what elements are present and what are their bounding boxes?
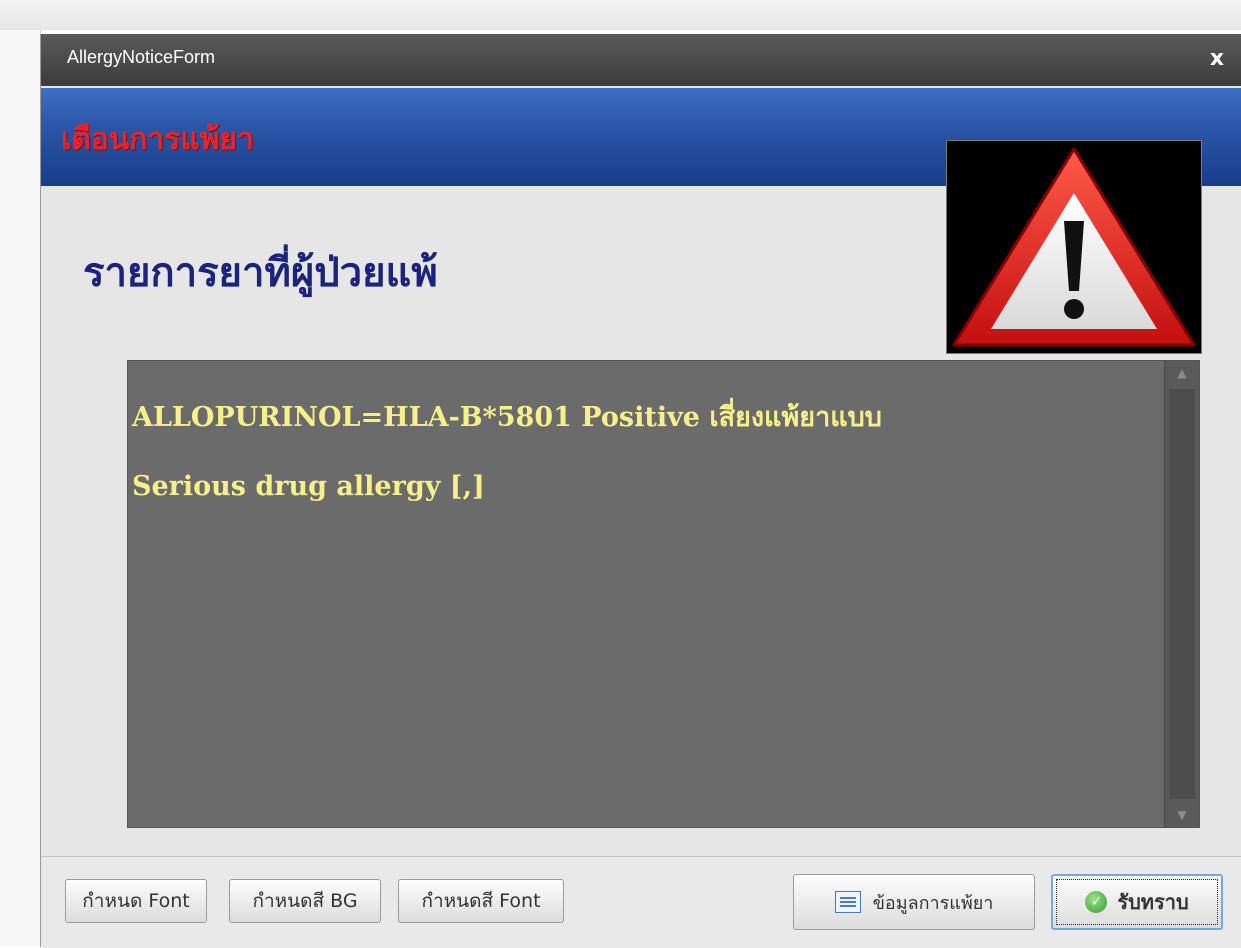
banner-title: เตือนการแพ้ยา [61, 122, 254, 157]
scroll-down-icon[interactable]: ▼ [1165, 803, 1199, 827]
allergy-message-line: Serious drug allergy [,] [132, 471, 485, 502]
scroll-up-icon[interactable]: ▲ [1165, 361, 1199, 385]
vertical-scrollbar[interactable]: ▲ ▼ [1164, 361, 1199, 827]
set-font-button[interactable]: กำหนด Font [65, 879, 207, 923]
allergy-notice-window: AllergyNoticeForm x เตือนการแพ้ยา รายการ [40, 34, 1241, 948]
warning-image [946, 140, 1202, 354]
set-font-color-label: กำหนดสี Font [421, 890, 541, 912]
title-bar[interactable]: AllergyNoticeForm x [41, 34, 1241, 86]
set-font-label: กำหนด Font [82, 890, 190, 912]
allergy-info-label: ข้อมูลการแพ้ยา [872, 892, 994, 914]
set-bg-color-button[interactable]: กำหนดสี BG [229, 879, 381, 923]
acknowledge-button[interactable]: ✓ รับทราบ [1051, 874, 1223, 930]
allergy-list-heading: รายการยาที่ผู้ป่วยแพ้ [83, 249, 438, 296]
close-icon[interactable]: x [1202, 44, 1232, 74]
background-app-panel [0, 30, 41, 947]
warning-triangle-icon [952, 147, 1196, 347]
button-bar: กำหนด Font กำหนดสี BG กำหนดสี Font ข้อมู… [41, 856, 1241, 948]
window-title: AllergyNoticeForm [67, 47, 216, 67]
set-bg-color-label: กำหนดสี BG [252, 890, 358, 912]
check-circle-icon: ✓ [1085, 891, 1108, 913]
list-icon [834, 891, 861, 913]
acknowledge-label: รับทราบ [1117, 890, 1189, 914]
allergy-info-button[interactable]: ข้อมูลการแพ้ยา [793, 874, 1035, 930]
set-font-color-button[interactable]: กำหนดสี Font [398, 879, 564, 923]
allergy-message-box[interactable]: ALLOPURINOL=HLA-B*5801 Positive เสี่ยงแพ… [127, 360, 1200, 828]
allergy-message-line: ALLOPURINOL=HLA-B*5801 Positive เสี่ยงแพ… [132, 402, 882, 433]
scrollbar-thumb[interactable] [1169, 389, 1195, 799]
background-app-toolbar [0, 0, 1241, 30]
